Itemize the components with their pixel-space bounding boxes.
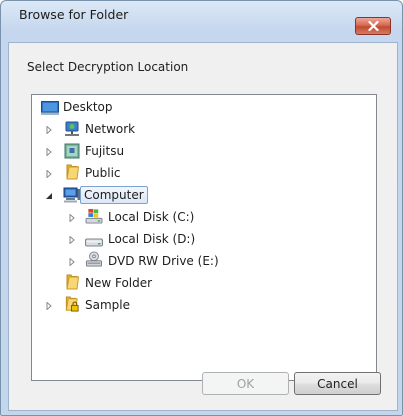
hard-drive-icon (85, 238, 103, 247)
expand-arrow-icon[interactable] (68, 258, 76, 266)
tree-item-label: Local Disk (C:) (108, 210, 195, 224)
desktop-icon (41, 101, 59, 115)
tree-item-new-folder[interactable]: New Folder (32, 273, 376, 293)
expand-arrow-icon[interactable] (45, 170, 53, 178)
tree-item-dvd-drive-e[interactable]: DVD RW Drive (E:) (32, 251, 376, 271)
folder-icon (66, 164, 80, 180)
tree-item-label: Sample (85, 298, 130, 312)
dvd-drive-icon (86, 251, 102, 267)
tree-item-local-disk-d[interactable]: Local Disk (D:) (32, 229, 376, 249)
tree-item-sample[interactable]: Sample (32, 295, 376, 315)
tree-item-local-disk-c[interactable]: Local Disk (C:) (32, 207, 376, 227)
expand-arrow-icon[interactable] (45, 126, 53, 134)
cancel-button[interactable]: Cancel (294, 372, 381, 395)
tree-item-label: Local Disk (D:) (108, 232, 196, 246)
expand-arrow-icon[interactable] (45, 148, 53, 156)
tree-item-network[interactable]: Network (32, 119, 376, 139)
tree-item-label: Computer (80, 186, 148, 204)
locked-folder-icon (65, 296, 79, 312)
dialog-client: Select Decryption Location Desktop Netwo… (8, 42, 398, 411)
folder-icon (66, 274, 80, 290)
network-icon (65, 121, 79, 136)
tree-item-desktop[interactable]: Desktop (32, 97, 376, 117)
close-icon (368, 21, 379, 31)
expand-arrow-icon[interactable] (68, 214, 76, 222)
dialog-window: Browse for Folder Select Decryption Loca… (0, 0, 403, 416)
collapse-arrow-icon[interactable] (45, 192, 53, 200)
close-button[interactable] (355, 17, 391, 35)
tree-item-label: Desktop (63, 100, 113, 114)
tree-item-computer[interactable]: Computer (32, 185, 376, 205)
tree-item-label: Public (85, 166, 121, 180)
tree-item-public[interactable]: Public (32, 163, 376, 183)
tree-item-label: New Folder (85, 276, 153, 290)
expand-arrow-icon[interactable] (45, 302, 53, 310)
tree-item-label: DVD RW Drive (E:) (108, 254, 219, 268)
tree-item-label: Fujitsu (85, 144, 125, 158)
tree-item-label: Network (85, 122, 136, 136)
user-folder-icon (64, 143, 80, 159)
ok-button[interactable]: OK (202, 372, 289, 395)
folder-tree[interactable]: Desktop Network Fujitsu Public Computer … (31, 94, 377, 381)
window-title: Browse for Folder (19, 7, 129, 22)
expand-arrow-icon[interactable] (68, 236, 76, 244)
windows-drive-icon (85, 208, 103, 224)
instruction-text: Select Decryption Location (27, 60, 189, 74)
title-bar[interactable]: Browse for Folder (1, 1, 402, 35)
tree-item-fujitsu[interactable]: Fujitsu (32, 141, 376, 161)
computer-icon (63, 187, 81, 203)
